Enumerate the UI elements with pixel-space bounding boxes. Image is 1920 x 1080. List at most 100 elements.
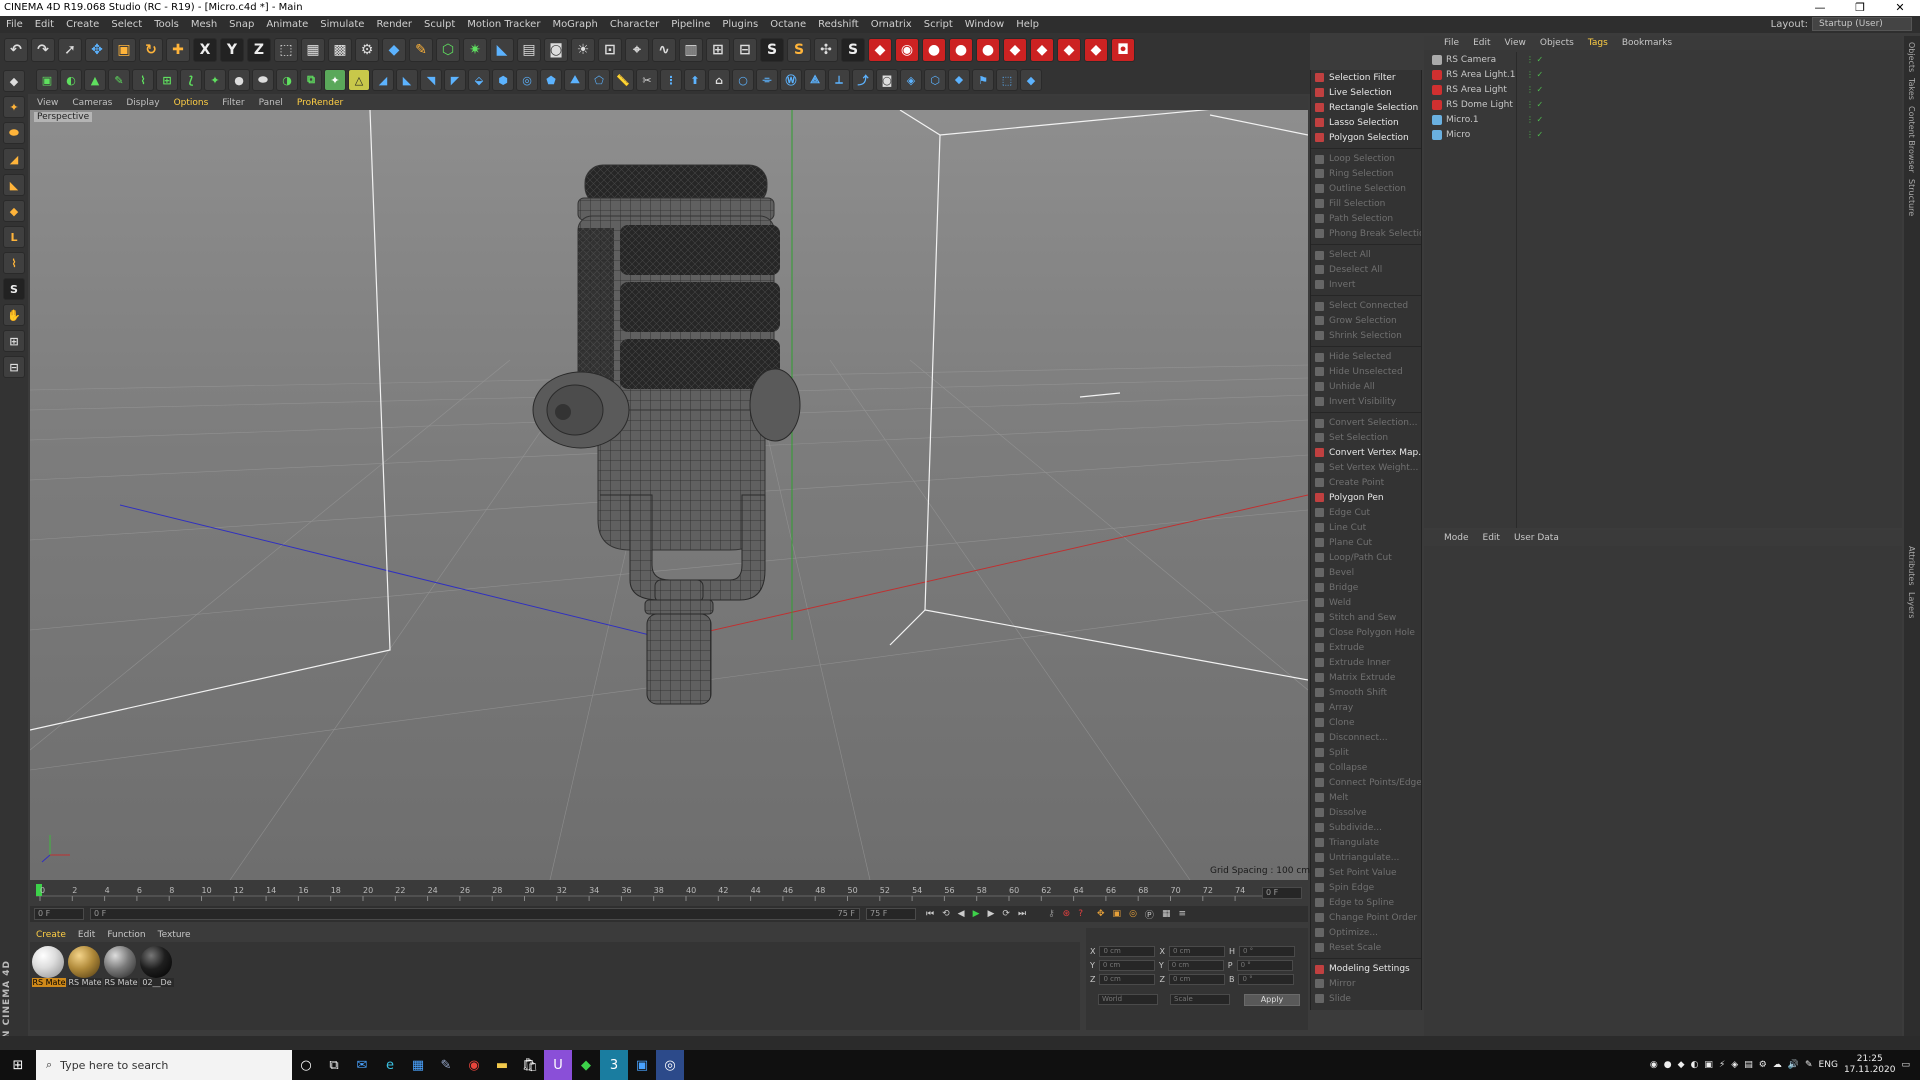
- formula-icon[interactable]: ⟁: [804, 69, 826, 91]
- points-icon[interactable]: ◢: [3, 148, 25, 170]
- goto-prev-key-icon[interactable]: ⟲: [942, 909, 950, 919]
- visibility-toggle-icon[interactable]: ⋮ ✓: [1526, 100, 1543, 109]
- task-view-icon[interactable]: ⧉: [320, 1050, 348, 1080]
- axis-icon[interactable]: L: [3, 226, 25, 248]
- magnet-icon[interactable]: ⌂: [708, 69, 730, 91]
- script-s-icon[interactable]: S: [841, 37, 865, 62]
- sweep-icon[interactable]: ⤴: [852, 69, 874, 91]
- uv-mode-icon[interactable]: ◤: [444, 69, 466, 91]
- tab-objects[interactable]: Objects: [1907, 42, 1916, 72]
- record-icon[interactable]: ⊛: [1063, 909, 1071, 919]
- chrome-icon[interactable]: ◉: [460, 1050, 488, 1080]
- tray-app-icon[interactable]: ▤: [1744, 1060, 1753, 1070]
- prev-frame-icon[interactable]: ◀: [958, 909, 965, 919]
- undo-icon[interactable]: ↶: [4, 37, 28, 62]
- world-dropdown[interactable]: World: [1098, 994, 1158, 1005]
- position-x-field[interactable]: 0 cm: [1099, 946, 1156, 957]
- command-lasso-selection[interactable]: Lasso Selection: [1311, 115, 1421, 130]
- command-stitch-and-sew[interactable]: Stitch and Sew: [1311, 610, 1421, 625]
- knife-icon[interactable]: ✂: [636, 69, 658, 91]
- figure-icon[interactable]: ⬠: [588, 69, 610, 91]
- polygons-icon[interactable]: ◆: [3, 200, 25, 222]
- menu-plugins[interactable]: Plugins: [716, 19, 764, 30]
- menu-simulate[interactable]: Simulate: [314, 19, 370, 30]
- command-collapse[interactable]: Collapse: [1311, 760, 1421, 775]
- redshift-material-icon[interactable]: ◆: [1084, 37, 1108, 62]
- edge-icon[interactable]: e: [376, 1050, 404, 1080]
- command-plane-cut[interactable]: Plane Cut: [1311, 535, 1421, 550]
- foreground-icon[interactable]: ◆: [1020, 69, 1042, 91]
- python-icon[interactable]: ⧉: [300, 69, 322, 91]
- ring-icon[interactable]: ○: [732, 69, 754, 91]
- object-name[interactable]: RS Camera: [1446, 55, 1526, 65]
- helix-icon[interactable]: ⌯: [756, 69, 778, 91]
- command-weld[interactable]: Weld: [1311, 595, 1421, 610]
- command-slide[interactable]: Slide: [1311, 991, 1421, 1006]
- spline-icon[interactable]: ∿: [652, 37, 676, 62]
- size-z-field[interactable]: 0 cm: [1168, 974, 1225, 985]
- boole-icon[interactable]: ◑: [276, 69, 298, 91]
- quantize-icon[interactable]: ⊟: [733, 37, 757, 62]
- object-name[interactable]: Micro: [1446, 130, 1526, 140]
- tray-app-icon[interactable]: ▣: [1704, 1060, 1713, 1070]
- cone-icon[interactable]: ▲: [84, 69, 106, 91]
- menu-ornatrix[interactable]: Ornatrix: [865, 19, 918, 30]
- polygon-mode-icon[interactable]: ◥: [420, 69, 442, 91]
- command-close-polygon-hole[interactable]: Close Polygon Hole: [1311, 625, 1421, 640]
- sphere-icon[interactable]: ●: [228, 69, 250, 91]
- menu-window[interactable]: Window: [959, 19, 1010, 30]
- visibility-toggle-icon[interactable]: ⋮ ✓: [1526, 130, 1543, 139]
- make-editable-icon[interactable]: ◆: [3, 70, 25, 92]
- menu-pipeline[interactable]: Pipeline: [665, 19, 716, 30]
- app-green-icon[interactable]: ◆: [572, 1050, 600, 1080]
- command-mirror[interactable]: Mirror: [1311, 976, 1421, 991]
- key-position-icon[interactable]: ✥: [1097, 909, 1105, 919]
- object-menu-objects[interactable]: Objects: [1540, 38, 1574, 48]
- position-z-field[interactable]: 0 cm: [1099, 974, 1156, 985]
- lock-workplane-icon[interactable]: ⊟: [3, 356, 25, 378]
- command-subdivide[interactable]: Subdivide...: [1311, 820, 1421, 835]
- tray-app-icon[interactable]: ⚙: [1759, 1060, 1767, 1070]
- command-smooth-shift[interactable]: Smooth Shift: [1311, 685, 1421, 700]
- viewport-menu-panel[interactable]: Panel: [252, 98, 290, 108]
- menu-animate[interactable]: Animate: [260, 19, 314, 30]
- key-icon[interactable]: ⚷: [1048, 909, 1055, 919]
- light-icon[interactable]: ☀: [571, 37, 595, 62]
- pen-icon[interactable]: ✎: [409, 37, 433, 62]
- axis-mode-icon[interactable]: ⬙: [468, 69, 490, 91]
- scale-dropdown[interactable]: Scale: [1170, 994, 1230, 1005]
- command-split[interactable]: Split: [1311, 745, 1421, 760]
- object-row[interactable]: RS Area Light ⋮ ✓: [1424, 82, 1902, 97]
- visibility-toggle-icon[interactable]: ⋮ ✓: [1526, 70, 1543, 79]
- command-select-all[interactable]: Select All: [1311, 244, 1421, 262]
- enable-snap-icon[interactable]: ⊞: [3, 330, 25, 352]
- command-set-vertex-weight[interactable]: Set Vertex Weight...: [1311, 460, 1421, 475]
- app-3-icon[interactable]: 3: [600, 1050, 628, 1080]
- app-icon[interactable]: ✎: [432, 1050, 460, 1080]
- store-icon[interactable]: 🛍: [516, 1050, 544, 1080]
- key-pla-icon[interactable]: ▦: [1162, 909, 1171, 919]
- stage-icon[interactable]: ⚑: [972, 69, 994, 91]
- redshift-camera-icon[interactable]: ◘: [1111, 37, 1135, 62]
- command-edge-cut[interactable]: Edge Cut: [1311, 505, 1421, 520]
- viewport-menu-prorender[interactable]: ProRender: [290, 98, 350, 108]
- octane-s-icon[interactable]: S: [787, 37, 811, 62]
- object-row[interactable]: RS Area Light.1 ⋮ ✓: [1424, 67, 1902, 82]
- menu-character[interactable]: Character: [604, 19, 665, 30]
- viewport-menu-view[interactable]: View: [30, 98, 65, 108]
- calculator-icon[interactable]: ▦: [404, 1050, 432, 1080]
- menu-snap[interactable]: Snap: [223, 19, 260, 30]
- command-select-connected[interactable]: Select Connected: [1311, 295, 1421, 313]
- timeline-settings-icon[interactable]: ≡: [1178, 909, 1186, 919]
- subdivision-icon[interactable]: ⬡: [436, 37, 460, 62]
- torus-icon[interactable]: ◎: [516, 69, 538, 91]
- command-set-selection[interactable]: Set Selection: [1311, 430, 1421, 445]
- size-y-field[interactable]: 0 cm: [1167, 960, 1224, 971]
- command-edge-to-spline[interactable]: Edge to Spline: [1311, 895, 1421, 910]
- redshift-object-icon[interactable]: ◆: [868, 37, 892, 62]
- material-swatch[interactable]: RS Mate: [104, 946, 138, 992]
- grid-icon[interactable]: ▥: [679, 37, 703, 62]
- z-axis-lock-icon[interactable]: Z: [247, 37, 271, 62]
- menu-redshift[interactable]: Redshift: [812, 19, 865, 30]
- command-bevel[interactable]: Bevel: [1311, 565, 1421, 580]
